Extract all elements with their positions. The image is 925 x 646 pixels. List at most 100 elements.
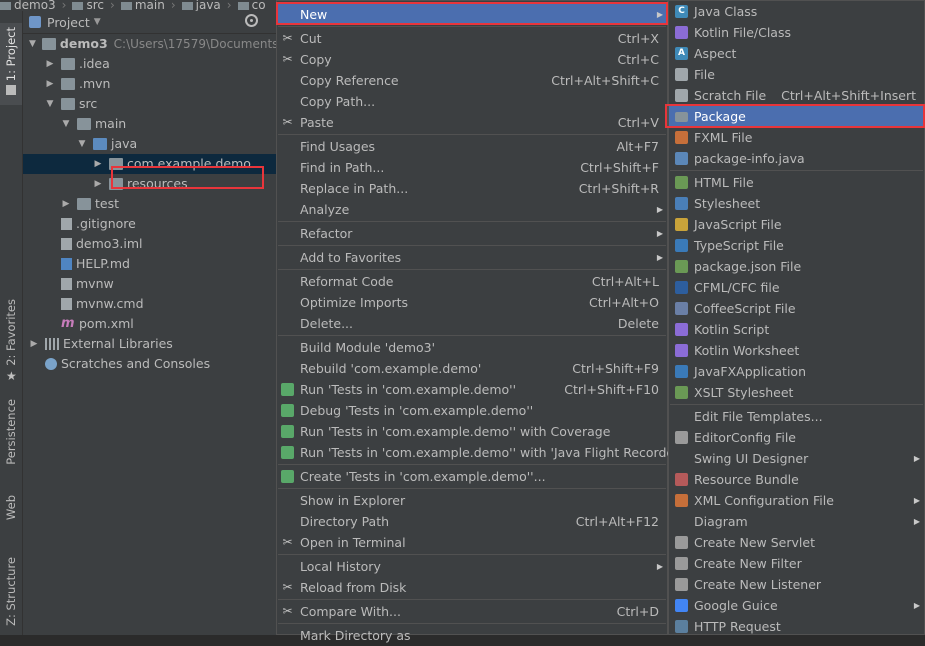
breadcrumb-item[interactable]: demo3	[0, 0, 56, 11]
tree-node[interactable]: ▼ src	[23, 94, 298, 114]
breadcrumb-item[interactable]: co	[237, 0, 266, 11]
menu-item-find-usages[interactable]: Find Usages Alt+F7	[277, 136, 667, 157]
menu-item-diagram[interactable]: Diagram ▶	[669, 511, 924, 532]
menu-item-directory-path[interactable]: Directory Path Ctrl+Alt+F12	[277, 511, 667, 532]
menu-item-copy[interactable]: ✂ Copy Ctrl+C	[277, 49, 667, 70]
menu-item-debug-tests-in-com-example-demo[interactable]: Debug 'Tests in 'com.example.demo''	[277, 400, 667, 421]
collapse-arrow-icon[interactable]: ▶	[93, 174, 103, 194]
menu-item-mark-directory-as[interactable]: Mark Directory as	[277, 625, 667, 646]
menu-item-show-in-explorer[interactable]: Show in Explorer	[277, 490, 667, 511]
menu-item-javafxapplication[interactable]: JavaFXApplication	[669, 361, 924, 382]
web-tool-tab[interactable]: Web	[0, 495, 22, 520]
menu-item-editorconfig-file[interactable]: EditorConfig File	[669, 427, 924, 448]
tree-node[interactable]: .gitignore	[23, 214, 298, 234]
tree-node-label: resources	[127, 176, 188, 191]
menu-item-swing-ui-designer[interactable]: Swing UI Designer ▶	[669, 448, 924, 469]
tree-node[interactable]: ▼ demo3 C:\Users\17579\Documents\	[23, 34, 282, 54]
structure-tool-tab[interactable]: Z: Structure	[0, 557, 22, 626]
menu-item-optimize-imports[interactable]: Optimize Imports Ctrl+Alt+O	[277, 292, 667, 313]
menu-item-typescript-file[interactable]: TypeScript File	[669, 235, 924, 256]
menu-item-local-history[interactable]: Local History ▶	[277, 556, 667, 577]
menu-item-http-request[interactable]: HTTP Request	[669, 616, 924, 637]
breadcrumb-item[interactable]: main	[120, 0, 165, 11]
persistence-tool-tab[interactable]: Persistence	[0, 399, 22, 465]
folder-icon	[61, 58, 75, 70]
tree-node[interactable]: ▼ main	[23, 114, 314, 134]
collapse-arrow-icon[interactable]: ▶	[29, 334, 39, 354]
menu-item-kotlin-worksheet[interactable]: Kotlin Worksheet	[669, 340, 924, 361]
menu-item-cfml-cfc-file[interactable]: CFML/CFC file	[669, 277, 924, 298]
breadcrumb-item[interactable]: java	[181, 0, 221, 11]
tree-node[interactable]: Scratches and Consoles	[23, 354, 282, 374]
menu-item-run-tests-in-com-example-demo-with-coverage[interactable]: Run 'Tests in 'com.example.demo'' with C…	[277, 421, 667, 442]
menu-item-copy-path[interactable]: Copy Path...	[277, 91, 667, 112]
menu-item-paste[interactable]: ✂ Paste Ctrl+V	[277, 112, 667, 133]
menu-item-edit-file-templates[interactable]: Edit File Templates...	[669, 406, 924, 427]
menu-item-create-new-filter[interactable]: Create New Filter	[669, 553, 924, 574]
menu-item-coffeescript-file[interactable]: CoffeeScript File	[669, 298, 924, 319]
project-panel-title[interactable]: Project	[47, 15, 90, 30]
tree-node[interactable]: mvnw.cmd	[23, 294, 298, 314]
locate-target-icon[interactable]	[245, 14, 258, 27]
tree-node[interactable]: ▶ test	[23, 194, 314, 214]
tree-node[interactable]: ▶ External Libraries	[23, 334, 282, 354]
menu-item-file[interactable]: File	[669, 64, 924, 85]
project-tool-tab[interactable]: 1: Project	[0, 23, 22, 106]
menu-item-stylesheet[interactable]: Stylesheet	[669, 193, 924, 214]
collapse-arrow-icon[interactable]: ▶	[93, 154, 103, 174]
tree-node[interactable]: mvnw	[23, 274, 298, 294]
collapse-arrow-icon[interactable]: ▶	[61, 194, 71, 214]
menu-item-reformat-code[interactable]: Reformat Code Ctrl+Alt+L	[277, 271, 667, 292]
menu-item-html-file[interactable]: HTML File	[669, 172, 924, 193]
menu-item-new[interactable]: New ▶	[277, 4, 667, 25]
menu-item-xml-configuration-file[interactable]: XML Configuration File ▶	[669, 490, 924, 511]
collapse-arrow-icon[interactable]: ▶	[45, 54, 55, 74]
menu-item-scratch-file[interactable]: Scratch File Ctrl+Alt+Shift+Insert	[669, 85, 924, 106]
expand-arrow-icon[interactable]: ▼	[77, 134, 87, 154]
menu-item-xslt-stylesheet[interactable]: XSLT Stylesheet	[669, 382, 924, 403]
tree-node[interactable]: HELP.md	[23, 254, 298, 274]
menu-item-create-new-servlet[interactable]: Create New Servlet	[669, 532, 924, 553]
expand-arrow-icon[interactable]: ▼	[29, 34, 36, 54]
menu-item-java-class[interactable]: C Java Class	[669, 1, 924, 22]
menu-item-package[interactable]: Package	[669, 106, 924, 127]
folder-icon	[6, 85, 16, 96]
menu-item-replace-in-path[interactable]: Replace in Path... Ctrl+Shift+R	[277, 178, 667, 199]
menu-item-find-in-path[interactable]: Find in Path... Ctrl+Shift+F	[277, 157, 667, 178]
menu-item-google-guice[interactable]: Google Guice ▶	[669, 595, 924, 616]
chevron-down-icon[interactable]: ▼	[94, 17, 101, 27]
menu-item-label: Find in Path...	[300, 160, 385, 175]
menu-item-compare-with[interactable]: ✂ Compare With... Ctrl+D	[277, 601, 667, 622]
favorites-tool-tab[interactable]: 2: Favorites ★	[0, 299, 22, 384]
menu-item-package-json-file[interactable]: package.json File	[669, 256, 924, 277]
menu-item-package-info-java[interactable]: package-info.java	[669, 148, 924, 169]
menu-item-kotlin-script[interactable]: Kotlin Script	[669, 319, 924, 340]
menu-item-refactor[interactable]: Refactor ▶	[277, 223, 667, 244]
menu-item-analyze[interactable]: Analyze ▶	[277, 199, 667, 220]
menu-item-kotlin-file-class[interactable]: Kotlin File/Class	[669, 22, 924, 43]
menu-item-aspect[interactable]: A Aspect	[669, 43, 924, 64]
menu-item-build-module-demo3[interactable]: Build Module 'demo3'	[277, 337, 667, 358]
menu-item-run-tests-in-com-example-demo-with-java-flight-recorder[interactable]: Run 'Tests in 'com.example.demo'' with '…	[277, 442, 683, 463]
collapse-arrow-icon[interactable]: ▶	[45, 74, 55, 94]
expand-arrow-icon[interactable]: ▼	[45, 94, 55, 114]
tree-node[interactable]: ▶ .mvn	[23, 74, 298, 94]
menu-item-rebuild-com-example-demo[interactable]: Rebuild 'com.example.demo' Ctrl+Shift+F9	[277, 358, 667, 379]
menu-item-resource-bundle[interactable]: Resource Bundle	[669, 469, 924, 490]
tree-node[interactable]: ▶ .idea	[23, 54, 298, 74]
menu-item-cut[interactable]: ✂ Cut Ctrl+X	[277, 28, 667, 49]
menu-item-run-tests-in-com-example-demo[interactable]: Run 'Tests in 'com.example.demo'' Ctrl+Sh…	[277, 379, 667, 400]
menu-item-delete[interactable]: Delete... Delete	[277, 313, 667, 334]
menu-item-open-in-terminal[interactable]: ✂ Open in Terminal	[277, 532, 667, 553]
expand-arrow-icon[interactable]: ▼	[61, 114, 71, 134]
menu-item-add-to-favorites[interactable]: Add to Favorites ▶	[277, 247, 667, 268]
menu-item-copy-reference[interactable]: Copy Reference Ctrl+Alt+Shift+C	[277, 70, 667, 91]
menu-item-create-new-listener[interactable]: Create New Listener	[669, 574, 924, 595]
breadcrumb-item[interactable]: src	[72, 0, 104, 11]
tree-node[interactable]: demo3.iml	[23, 234, 298, 254]
menu-item-reload-from-disk[interactable]: ✂ Reload from Disk	[277, 577, 667, 598]
menu-item-create-tests-in-com-example-demo[interactable]: Create 'Tests in 'com.example.demo''...	[277, 466, 667, 487]
menu-item-fxml-file[interactable]: FXML File	[669, 127, 924, 148]
tree-node[interactable]: m pom.xml	[23, 314, 298, 334]
menu-item-javascript-file[interactable]: JavaScript File	[669, 214, 924, 235]
